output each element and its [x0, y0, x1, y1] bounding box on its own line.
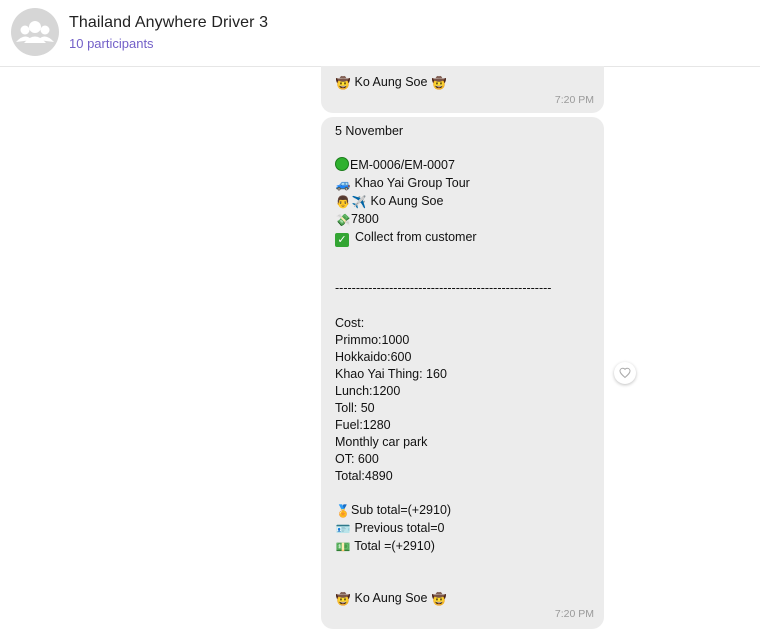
cost-item: Monthly car park — [335, 435, 428, 449]
message-time: 7:20 PM — [554, 608, 594, 620]
cost-title: Cost: — [335, 316, 365, 330]
total-line: 💵 Total =(+2910) — [335, 538, 435, 556]
cost-item: Lunch:1200 — [335, 384, 401, 398]
sub-total-line: 🏅Sub total=(+2910) — [335, 502, 452, 520]
cost-item: Primmo:1000 — [335, 333, 410, 347]
heart-icon[interactable] — [614, 362, 636, 384]
amount-value: 7800 — [351, 212, 379, 226]
cost-item: Toll: 50 — [335, 401, 375, 415]
chat-title[interactable]: Thailand Anywhere Driver 3 — [69, 14, 268, 32]
sender-name: Ko Aung Soe — [354, 75, 428, 89]
cost-total: Total:4890 — [335, 469, 393, 483]
booking-line: EM-0006/EM-0007 — [335, 157, 455, 174]
payment-note: Collect from customer — [355, 230, 477, 244]
sub-total: Sub total=(+2910) — [351, 503, 452, 517]
grand-total: Total =(+2910) — [354, 539, 435, 553]
cost-item: Hokkaido:600 — [335, 350, 412, 364]
sender-name: Ko Aung Soe — [354, 591, 428, 605]
driver-name: Ko Aung Soe — [370, 194, 444, 208]
message-time: 7:20 PM — [554, 94, 594, 106]
message-date: 5 November — [335, 124, 404, 138]
payment-line: ✓ Collect from customer — [335, 229, 477, 247]
cowboy-face-icon: 🤠 — [431, 76, 447, 90]
driver-line: 👨✈️ Ko Aung Soe — [335, 193, 444, 211]
cowboy-face-icon: 🤠 — [335, 592, 351, 606]
cost-item: OT: 600 — [335, 452, 379, 466]
previous-total: Previous total=0 — [354, 521, 445, 535]
cowboy-face-icon: 🤠 — [431, 592, 447, 606]
check-mark-icon: ✓ — [335, 233, 349, 247]
cost-item: Khao Yai Thing: 160 — [335, 367, 447, 381]
tour-name: Khao Yai Group Tour — [354, 176, 470, 190]
green-circle-icon — [335, 157, 349, 171]
separator-line: ----------------------------------------… — [335, 281, 552, 295]
bill-icon: 💵 — [335, 540, 351, 554]
message-bubble[interactable]: 5 November EM-0006/EM-0007 🚙 Khao Yai Gr… — [321, 117, 604, 629]
participants-count[interactable]: 10 participants — [69, 36, 154, 51]
person-icon: 👨 — [335, 195, 351, 209]
car-icon: 🚙 — [335, 177, 351, 191]
medal-icon: 🏅 — [335, 504, 351, 518]
amount-line: 💸7800 — [335, 211, 379, 229]
group-avatar-icon[interactable] — [11, 8, 59, 56]
booking-id: EM-0006/EM-0007 — [350, 158, 455, 172]
cost-item: Fuel:1280 — [335, 418, 391, 432]
cowboy-face-icon: 🤠 — [335, 76, 351, 90]
previous-total-line: 🪪 Previous total=0 — [335, 520, 445, 538]
sender-line: 🤠 Ko Aung Soe 🤠 — [335, 590, 447, 608]
chat-header: Thailand Anywhere Driver 3 10 participan… — [0, 0, 760, 67]
sender-line: 🤠 Ko Aung Soe 🤠 — [335, 74, 447, 92]
tour-line: 🚙 Khao Yai Group Tour — [335, 175, 470, 193]
money-icon: 💸 — [335, 213, 351, 227]
message-bubble[interactable]: 🤠 Ko Aung Soe 🤠 7:20 PM — [321, 66, 604, 113]
id-card-icon: 🪪 — [335, 522, 351, 536]
airplane-icon: ✈️ — [351, 195, 367, 209]
